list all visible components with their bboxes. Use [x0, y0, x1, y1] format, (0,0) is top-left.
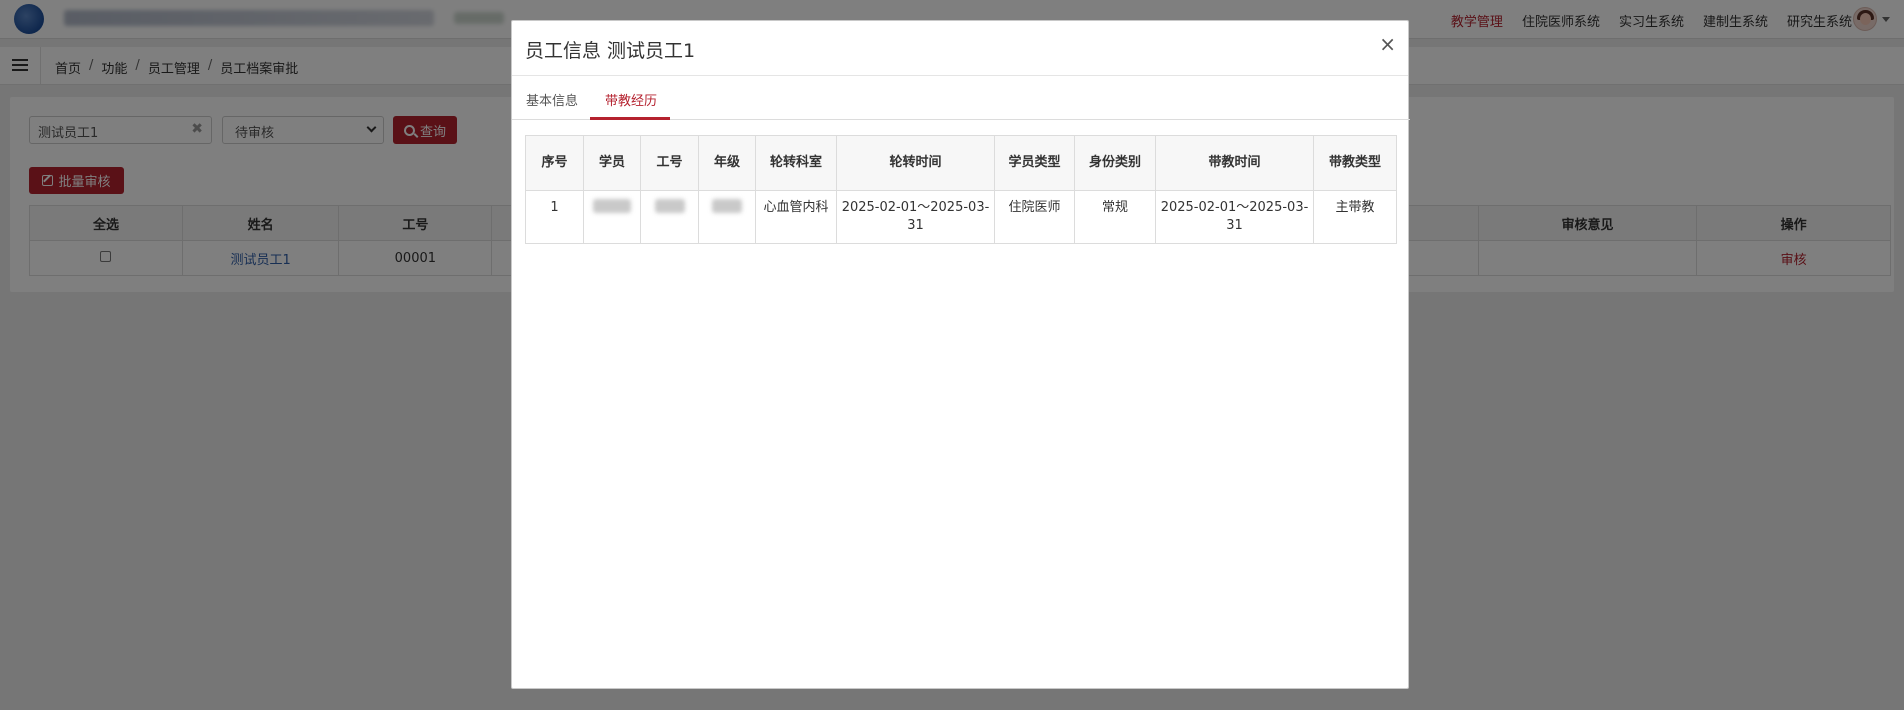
grade-blurred: [712, 199, 742, 213]
modal-tabs: 基本信息 带教经历: [512, 77, 1410, 120]
row-rotation-time: 2025-02-01～2025-03-31: [836, 190, 995, 244]
tab-teaching-history[interactable]: 带教经历: [605, 90, 657, 109]
student-name-blurred: [593, 199, 631, 213]
table-row: 1 心血管内科 2025-02-01～2025-03-31 住院医师 常规 20…: [525, 190, 1397, 244]
col-student-type: 学员类型: [994, 135, 1075, 191]
staff-info-modal: 员工信息 测试员工1 × 基本信息 带教经历 序号 学员 工号 年级 轮转科室 …: [511, 20, 1410, 689]
col-no: 序号: [525, 135, 584, 191]
col-rotation-dept: 轮转科室: [755, 135, 837, 191]
row-no: 1: [525, 190, 584, 244]
student-id-blurred: [654, 199, 685, 213]
active-tab-indicator: [590, 117, 670, 120]
modal-title: 员工信息 测试员工1: [525, 40, 696, 62]
row-student-type: 住院医师: [994, 190, 1075, 244]
col-rotation-time: 轮转时间: [836, 135, 995, 191]
close-icon[interactable]: ×: [1379, 32, 1396, 56]
row-identity: 常规: [1074, 190, 1156, 244]
row-teaching-time: 2025-02-01～2025-03-31: [1155, 190, 1314, 244]
col-grade: 年级: [698, 135, 756, 191]
col-identity-type: 身份类别: [1074, 135, 1156, 191]
col-teaching-type: 带教类型: [1313, 135, 1397, 191]
tab-basic-info[interactable]: 基本信息: [526, 90, 578, 109]
row-rotation-dept: 心血管内科: [755, 190, 837, 244]
col-student-id: 工号: [640, 135, 699, 191]
teaching-history-table: 序号 学员 工号 年级 轮转科室 轮转时间 学员类型 身份类别 带教时间 带教类…: [525, 135, 1397, 244]
modal-header: 员工信息 测试员工1 ×: [512, 21, 1408, 76]
col-student: 学员: [583, 135, 641, 191]
row-teaching-type: 主带教: [1313, 190, 1397, 244]
col-teaching-time: 带教时间: [1155, 135, 1314, 191]
